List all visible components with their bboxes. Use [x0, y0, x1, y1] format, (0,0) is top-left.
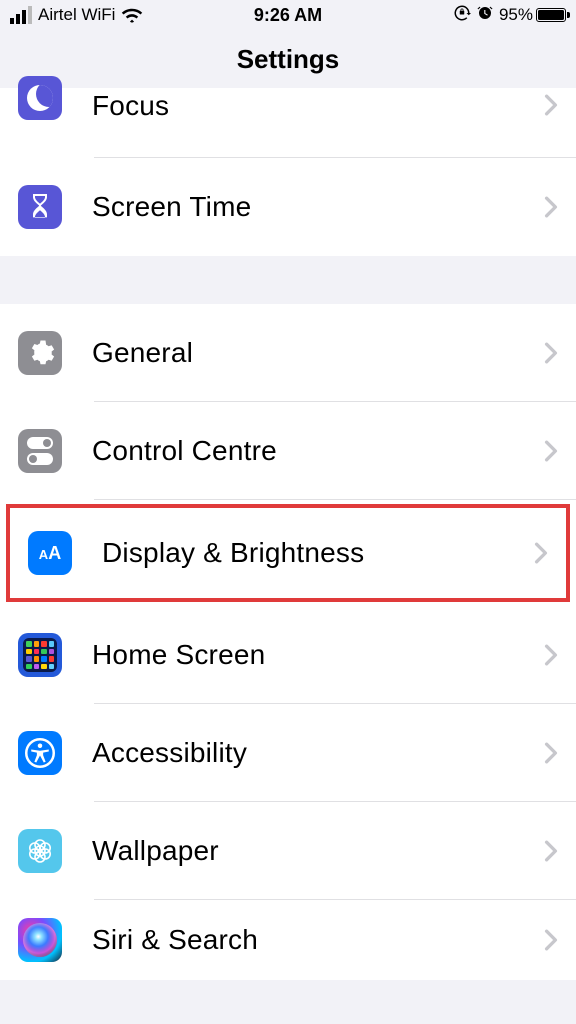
row-label: Control Centre: [92, 435, 544, 467]
settings-row-accessibility[interactable]: Accessibility: [0, 704, 576, 802]
chevron-right-icon: [544, 440, 558, 462]
row-label: General: [92, 337, 544, 369]
accessibility-icon: [18, 731, 62, 775]
wifi-icon: [121, 7, 143, 23]
chevron-right-icon: [544, 929, 558, 951]
status-time: 9:26 AM: [254, 5, 322, 26]
settings-row-screen-time[interactable]: Screen Time: [0, 158, 576, 256]
chevron-right-icon: [544, 644, 558, 666]
page-title: Settings: [0, 30, 576, 88]
row-label: Accessibility: [92, 737, 544, 769]
row-label: Focus: [92, 90, 544, 122]
settings-row-control-centre[interactable]: Control Centre: [0, 402, 576, 500]
row-label: Wallpaper: [92, 835, 544, 867]
row-label: Screen Time: [92, 191, 544, 223]
settings-row-display-brightness[interactable]: AA Display & Brightness: [10, 508, 566, 598]
chevron-right-icon: [544, 742, 558, 764]
screen-time-icon: [18, 185, 62, 229]
settings-row-siri-search[interactable]: Siri & Search: [0, 900, 576, 980]
settings-row-home-screen[interactable]: Home Screen: [0, 606, 576, 704]
general-icon: [18, 331, 62, 375]
chevron-right-icon: [544, 196, 558, 218]
status-left: Airtel WiFi: [10, 5, 143, 25]
chevron-right-icon: [544, 840, 558, 862]
settings-row-wallpaper[interactable]: Wallpaper: [0, 802, 576, 900]
chevron-right-icon: [534, 542, 548, 564]
orientation-lock-icon: [453, 4, 471, 27]
settings-row-focus[interactable]: Focus: [0, 88, 576, 158]
alarm-icon: [476, 4, 494, 27]
display-brightness-icon: AA: [28, 531, 72, 575]
battery-indicator: 95%: [499, 5, 566, 25]
focus-icon: [18, 76, 62, 120]
control-centre-icon: [18, 429, 62, 473]
carrier-label: Airtel WiFi: [38, 5, 115, 25]
settings-section-1: Focus Screen Time: [0, 88, 576, 256]
highlight-box: AA Display & Brightness: [6, 504, 570, 602]
row-label: Home Screen: [92, 639, 544, 671]
row-label: Siri & Search: [92, 924, 544, 956]
status-bar: Airtel WiFi 9:26 AM 95%: [0, 0, 576, 30]
wallpaper-icon: [18, 829, 62, 873]
battery-icon: [536, 8, 566, 22]
row-label: Display & Brightness: [102, 537, 534, 569]
settings-row-general[interactable]: General: [0, 304, 576, 402]
cellular-signal-icon: [10, 6, 32, 24]
settings-section-2: General Control Centre AA Display & Brig…: [0, 304, 576, 980]
chevron-right-icon: [544, 342, 558, 364]
battery-percent: 95%: [499, 5, 533, 25]
siri-icon: [18, 918, 62, 962]
section-gap: [0, 256, 576, 304]
chevron-right-icon: [544, 94, 558, 116]
home-screen-icon: [18, 633, 62, 677]
status-right: 95%: [453, 4, 566, 27]
